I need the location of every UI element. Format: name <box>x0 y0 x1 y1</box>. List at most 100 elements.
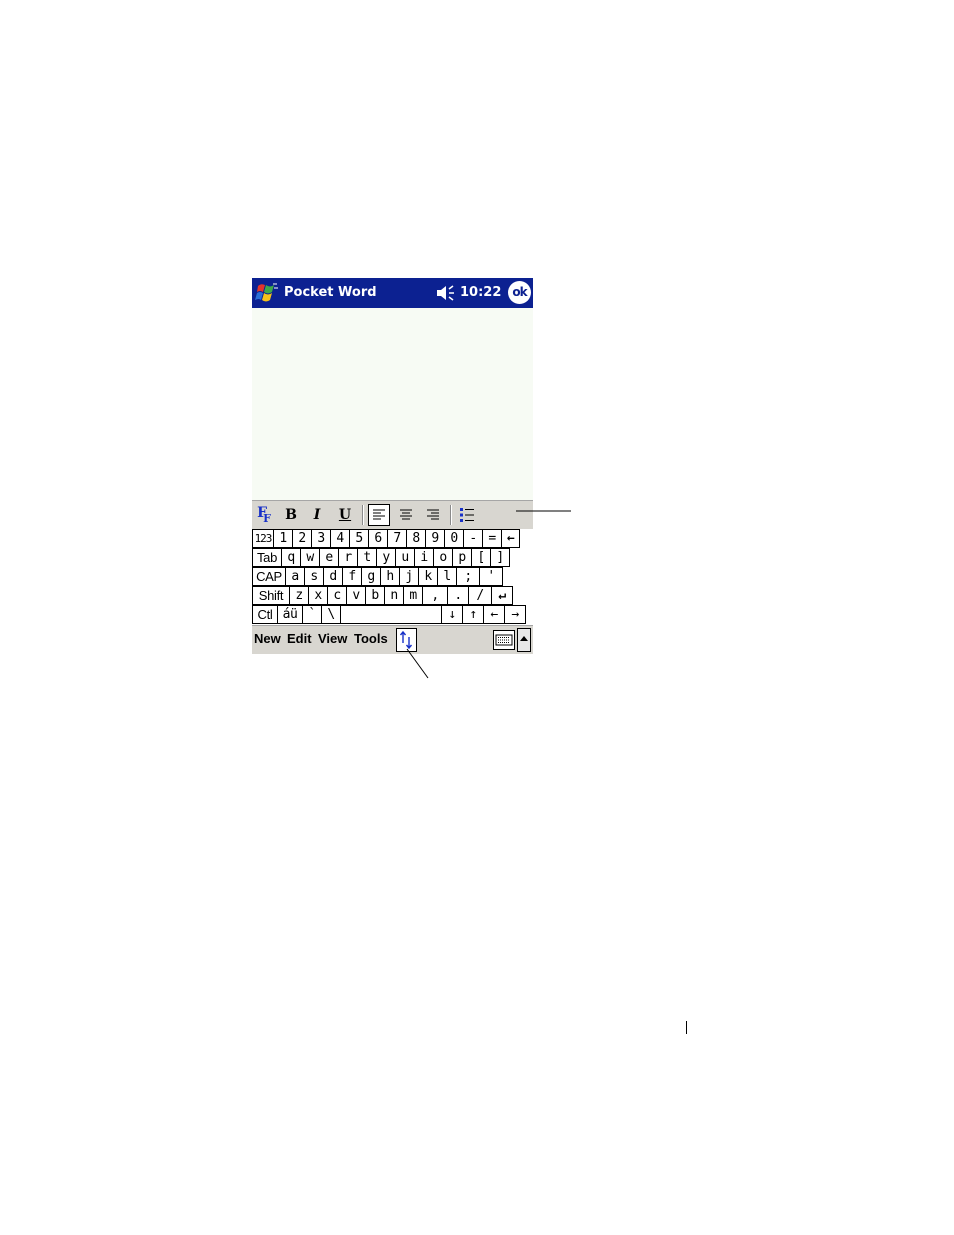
key-l[interactable]: l <box>437 567 457 586</box>
key-6[interactable]: 6 <box>368 529 388 548</box>
key-left-bracket[interactable]: [ <box>471 548 491 567</box>
menu-bar: New Edit View Tools <box>252 625 533 654</box>
key-comma[interactable]: , <box>422 586 448 605</box>
align-right-icon <box>427 509 439 520</box>
toolbar-divider <box>362 505 363 525</box>
key-tab[interactable]: Tab <box>252 548 282 567</box>
soft-keyboard: 123 1 2 3 4 5 6 7 8 9 0 - = ← Tab q w e … <box>252 529 533 625</box>
key-x[interactable]: x <box>308 586 328 605</box>
key-4[interactable]: 4 <box>330 529 350 548</box>
keyboard-row-home: CAP a s d f g h j k l ; ' <box>252 567 533 586</box>
menu-edit[interactable]: Edit <box>287 631 312 646</box>
key-1[interactable]: 1 <box>273 529 293 548</box>
key-c[interactable]: c <box>327 586 347 605</box>
bold-button[interactable]: B <box>280 504 302 526</box>
key-8[interactable]: 8 <box>406 529 426 548</box>
document-editing-area[interactable] <box>252 308 533 500</box>
key-d[interactable]: d <box>323 567 343 586</box>
key-backspace[interactable]: ← <box>501 529 520 548</box>
key-e[interactable]: e <box>319 548 339 567</box>
title-bar: Pocket Word 10:22 ok <box>252 278 533 308</box>
key-caps-lock[interactable]: CAP <box>252 567 286 586</box>
key-minus[interactable]: - <box>463 529 483 548</box>
keyboard-icon <box>495 634 513 646</box>
key-k[interactable]: k <box>418 567 438 586</box>
key-7[interactable]: 7 <box>387 529 407 548</box>
ok-button[interactable]: ok <box>508 281 531 304</box>
keyboard-row-bottom: Shift z x c v b n m , . / ↵ <box>252 586 533 605</box>
align-center-button[interactable] <box>395 504 417 526</box>
page-margin-marker <box>686 1021 687 1034</box>
key-3[interactable]: 3 <box>311 529 331 548</box>
key-period[interactable]: . <box>447 586 469 605</box>
underline-button[interactable]: U <box>334 504 356 526</box>
align-left-button[interactable] <box>368 504 390 526</box>
keyboard-row-space: Ctl áü ` \ ↓ ↑ ← → <box>252 605 533 624</box>
key-s[interactable]: s <box>304 567 324 586</box>
app-title: Pocket Word <box>284 285 377 300</box>
key-o[interactable]: o <box>433 548 453 567</box>
align-center-icon <box>400 509 412 520</box>
key-enter[interactable]: ↵ <box>491 586 513 605</box>
key-z[interactable]: z <box>289 586 309 605</box>
key-2[interactable]: 2 <box>292 529 312 548</box>
key-arrow-down[interactable]: ↓ <box>441 605 463 624</box>
key-q[interactable]: q <box>281 548 301 567</box>
key-apostrophe[interactable]: ' <box>479 567 503 586</box>
key-semicolon[interactable]: ; <box>456 567 480 586</box>
input-selector-arrow[interactable] <box>517 628 531 652</box>
key-w[interactable]: w <box>300 548 320 567</box>
key-backslash[interactable]: \ <box>321 605 341 624</box>
key-slash[interactable]: / <box>468 586 492 605</box>
key-b[interactable]: b <box>365 586 385 605</box>
italic-button[interactable]: I <box>306 504 328 526</box>
key-m[interactable]: m <box>403 586 423 605</box>
font-icon-shadow: F <box>263 512 271 525</box>
key-international[interactable]: áü <box>277 605 303 624</box>
key-space[interactable] <box>340 605 442 624</box>
menu-view[interactable]: View <box>318 631 347 646</box>
keyboard-row-numbers: 123 1 2 3 4 5 6 7 8 9 0 - = ← <box>252 529 533 548</box>
bullets-button[interactable] <box>456 504 478 526</box>
input-panel-button[interactable] <box>493 630 515 650</box>
key-p[interactable]: p <box>452 548 472 567</box>
key-shift[interactable]: Shift <box>252 586 290 605</box>
key-r[interactable]: r <box>338 548 358 567</box>
key-backtick[interactable]: ` <box>302 605 322 624</box>
key-arrow-right[interactable]: → <box>504 605 526 624</box>
key-9[interactable]: 9 <box>425 529 445 548</box>
key-v[interactable]: v <box>346 586 366 605</box>
clock[interactable]: 10:22 <box>460 285 501 300</box>
key-f[interactable]: f <box>342 567 362 586</box>
toolbar-toggle-button[interactable] <box>396 628 417 652</box>
key-t[interactable]: t <box>357 548 377 567</box>
align-right-button[interactable] <box>422 504 444 526</box>
key-arrow-up[interactable]: ↑ <box>462 605 484 624</box>
key-u[interactable]: u <box>395 548 415 567</box>
key-equals[interactable]: = <box>482 529 502 548</box>
font-button[interactable]: FF <box>255 504 277 526</box>
keyboard-row-qwerty: Tab q w e r t y u i o p [ ] <box>252 548 533 567</box>
menu-tools[interactable]: Tools <box>354 631 388 646</box>
key-a[interactable]: a <box>285 567 305 586</box>
key-right-bracket[interactable]: ] <box>490 548 510 567</box>
volume-icon[interactable] <box>436 284 456 302</box>
key-123[interactable]: 123 <box>252 529 274 548</box>
key-j[interactable]: j <box>399 567 419 586</box>
key-arrow-left[interactable]: ← <box>483 605 505 624</box>
triangle-up-icon <box>520 636 528 641</box>
toolbar-divider <box>450 505 451 525</box>
key-ctrl[interactable]: Ctl <box>252 605 278 624</box>
key-n[interactable]: n <box>384 586 404 605</box>
key-i[interactable]: i <box>414 548 434 567</box>
key-h[interactable]: h <box>380 567 400 586</box>
menu-new[interactable]: New <box>254 631 281 646</box>
key-5[interactable]: 5 <box>349 529 369 548</box>
key-g[interactable]: g <box>361 567 381 586</box>
key-0[interactable]: 0 <box>444 529 464 548</box>
pocket-pc-screen: Pocket Word 10:22 ok FF B I U 123 1 2 3 … <box>252 278 533 654</box>
align-left-icon <box>373 509 385 520</box>
bulleted-list-icon <box>460 508 474 522</box>
key-y[interactable]: y <box>376 548 396 567</box>
start-menu-windows-flag-icon[interactable] <box>254 280 281 306</box>
